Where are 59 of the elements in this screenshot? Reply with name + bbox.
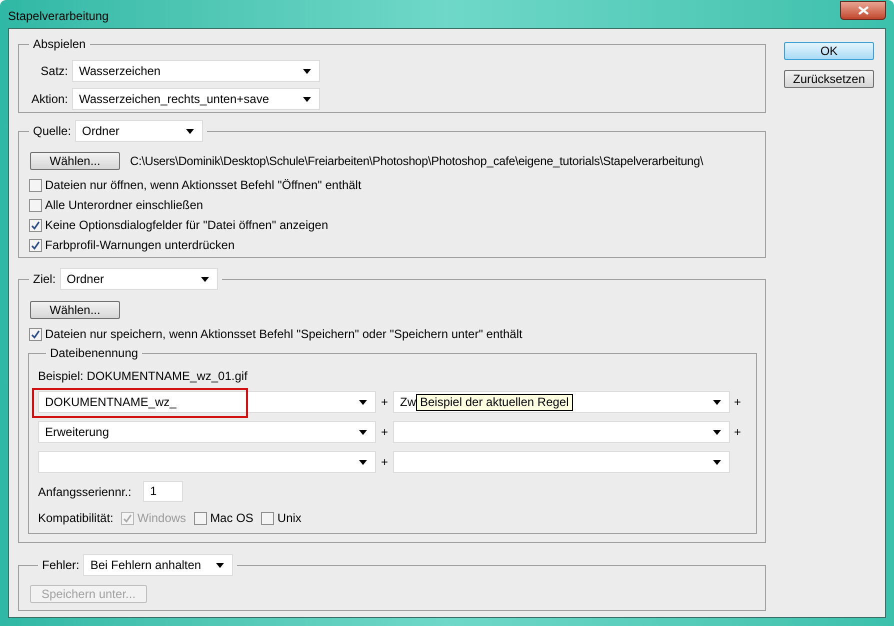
source-label: Quelle: bbox=[33, 123, 72, 140]
checkbox-label: Mac OS bbox=[210, 510, 254, 527]
field-label: Anfangsseriennr.: bbox=[38, 484, 132, 500]
checkbox[interactable] bbox=[29, 178, 42, 192]
push-button[interactable]: Wählen... bbox=[30, 152, 120, 170]
checkbox-label: Keine Optionsdialogfelder für "Datei öffnen" anzeigen bbox=[45, 217, 328, 234]
dropdown[interactable]: Bei Fehlern anhalten bbox=[83, 554, 234, 576]
group-title: Abspielen bbox=[32, 36, 87, 53]
folder-path: C:\Users\Dominik\Desktop\Schule\Freiarbeiten\Photoshop\Photoshop_cafe\eigene_tutorials\Stapelverarbeitung\ bbox=[130, 153, 704, 170]
checkbox[interactable] bbox=[29, 238, 42, 252]
window-title: Stapelverarbeitung bbox=[8, 8, 109, 25]
checkbox[interactable] bbox=[29, 328, 42, 340]
error-label: Fehler: bbox=[42, 557, 80, 574]
checkbox-label: Dateien nur öffnen, wenn Aktionsset Befehl "Öffnen" enthält bbox=[45, 177, 362, 194]
dropdown[interactable]: DOKUMENTNAME_wz_ bbox=[38, 391, 376, 413]
dropdown-arrow-icon bbox=[713, 460, 721, 464]
checkbox-label: Windows bbox=[137, 510, 186, 527]
example-text: Beispiel: DOKUMENTNAME_wz_01.gif bbox=[38, 369, 248, 383]
dropdown-arrow-icon bbox=[200, 276, 209, 282]
dropdown-arrow-icon bbox=[713, 430, 721, 434]
close-icon bbox=[858, 6, 868, 15]
checkbox-label: Dateien nur speichern, wenn Aktionsset Befehl "Speichern" oder "Speichern unter" enthält bbox=[45, 326, 522, 343]
tooltip: Beispiel der aktuellen Regel bbox=[416, 394, 573, 411]
plus-sign: + bbox=[732, 394, 742, 411]
checkbox[interactable] bbox=[29, 218, 42, 232]
dropdown-arrow-icon bbox=[303, 96, 311, 102]
group-title: Dateibenennung bbox=[49, 345, 140, 362]
dropdown[interactable]: Wasserzeichen bbox=[72, 60, 320, 82]
plus-sign: + bbox=[380, 424, 389, 441]
dropdown[interactable]: Erweiterung bbox=[38, 421, 376, 443]
dropdown-arrow-icon bbox=[359, 430, 367, 434]
field-label: Kompatibilität: bbox=[38, 510, 114, 527]
field-label: Satz: bbox=[40, 63, 68, 80]
dropdown[interactable]: Wasserzeichen_rechts_unten+save bbox=[72, 88, 320, 110]
push-button[interactable]: Wählen... bbox=[30, 301, 120, 319]
close-button[interactable] bbox=[840, 1, 886, 20]
checkbox[interactable] bbox=[261, 512, 274, 524]
dropdown-arrow-icon bbox=[303, 68, 311, 74]
push-button[interactable]: OK bbox=[784, 42, 874, 60]
dropdown-arrow-icon bbox=[359, 400, 367, 404]
plus-sign: + bbox=[380, 394, 389, 411]
dropdown[interactable]: Ordner bbox=[75, 120, 204, 142]
plus-sign: + bbox=[732, 424, 742, 441]
checkbox[interactable] bbox=[194, 512, 208, 524]
dropdown-arrow-icon bbox=[359, 460, 367, 464]
dropdown-arrow-icon bbox=[216, 562, 224, 568]
checkbox-label: Unix bbox=[277, 510, 302, 527]
dropdown[interactable]: Zw Beispiel der aktuellen Regel bbox=[393, 391, 730, 413]
dropdown-arrow-icon bbox=[713, 400, 721, 404]
checkbox-label: Alle Unterordner einschließen bbox=[45, 197, 204, 214]
checkbox-label: Farbprofil-Warnungen unterdrücken bbox=[45, 237, 235, 254]
destination-label: Ziel: bbox=[33, 271, 56, 288]
dropdown[interactable]: Ordner bbox=[60, 268, 218, 290]
serial-number-field[interactable]: 1 bbox=[143, 481, 183, 502]
plus-sign: + bbox=[380, 454, 389, 471]
field-label: Aktion: bbox=[30, 91, 68, 108]
push-button[interactable]: Zurücksetzen bbox=[784, 70, 874, 88]
dropdown-arrow-icon bbox=[186, 128, 194, 134]
checkbox[interactable] bbox=[29, 198, 42, 212]
